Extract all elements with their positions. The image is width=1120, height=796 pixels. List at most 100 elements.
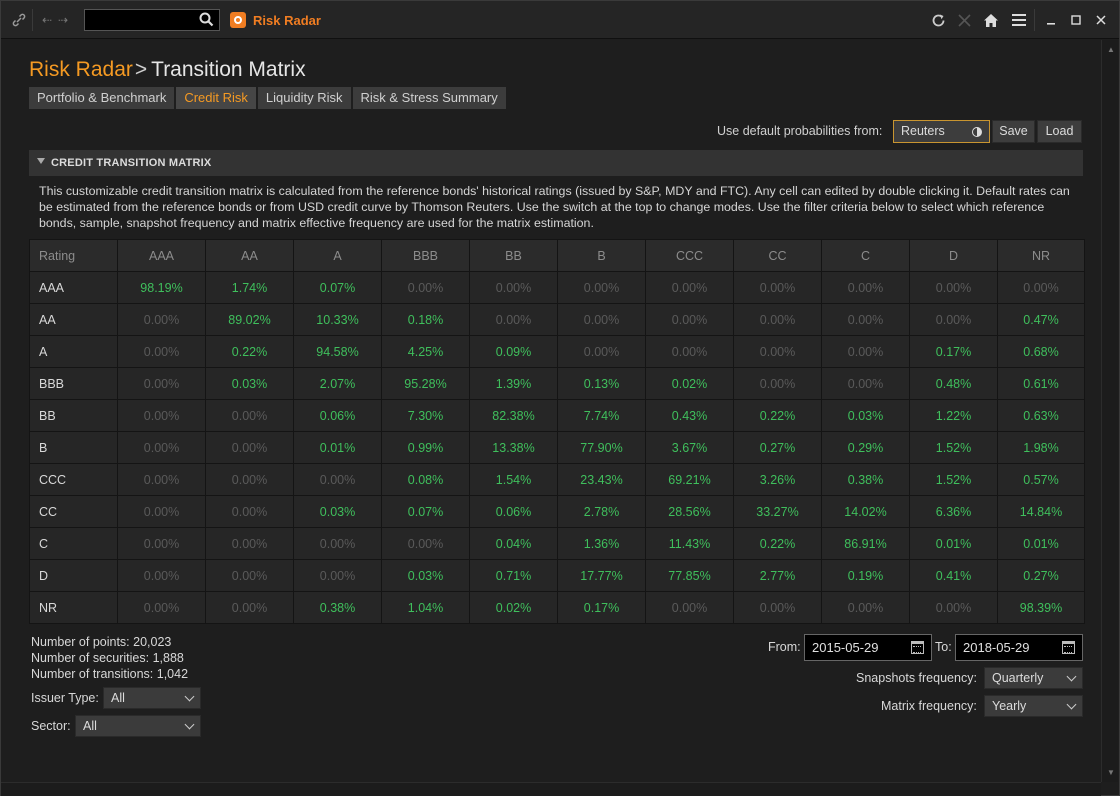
tab-liquidity-risk[interactable]: Liquidity Risk xyxy=(257,87,351,109)
matrix-cell[interactable]: 4.25% xyxy=(381,335,470,368)
matrix-cell[interactable]: 0.00% xyxy=(557,271,646,304)
matrix-cell[interactable]: 0.00% xyxy=(205,591,294,624)
tab-risk-stress-summary[interactable]: Risk & Stress Summary xyxy=(352,87,506,109)
matrix-cell[interactable]: 0.00% xyxy=(469,271,558,304)
from-date-input[interactable]: 2015-05-29 xyxy=(804,634,932,661)
matrix-cell[interactable]: 1.54% xyxy=(469,463,558,496)
matrix-cell[interactable]: 0.41% xyxy=(909,559,998,592)
matrix-cell[interactable]: 0.00% xyxy=(733,367,822,400)
matrix-cell[interactable]: 10.33% xyxy=(293,303,382,336)
matrix-cell[interactable]: 77.90% xyxy=(557,431,646,464)
refresh-icon[interactable] xyxy=(928,10,948,30)
matrix-cell[interactable]: 28.56% xyxy=(645,495,734,528)
matrix-cell[interactable]: 0.71% xyxy=(469,559,558,592)
matrix-cell[interactable]: 0.19% xyxy=(821,559,910,592)
matrix-cell[interactable]: 1.52% xyxy=(909,463,998,496)
matrix-cell[interactable]: 77.85% xyxy=(645,559,734,592)
matrix-cell[interactable]: 2.77% xyxy=(733,559,822,592)
scroll-up-arrow-icon[interactable]: ▲ xyxy=(1107,45,1115,54)
matrix-cell[interactable]: 11.43% xyxy=(645,527,734,560)
matrix-cell[interactable]: 0.00% xyxy=(557,335,646,368)
calendar-icon[interactable] xyxy=(1062,641,1075,654)
matrix-cell[interactable]: 0.00% xyxy=(381,271,470,304)
calendar-icon[interactable] xyxy=(911,641,924,654)
matrix-cell[interactable]: 0.00% xyxy=(205,399,294,432)
home-icon[interactable] xyxy=(981,10,1001,30)
matrix-cell[interactable]: 0.22% xyxy=(733,399,822,432)
matrix-cell[interactable]: 0.22% xyxy=(733,527,822,560)
matrix-cell[interactable]: 0.03% xyxy=(821,399,910,432)
matrix-cell[interactable]: 2.78% xyxy=(557,495,646,528)
search-input[interactable] xyxy=(84,9,220,31)
matrix-cell[interactable]: 0.38% xyxy=(293,591,382,624)
matrix-cell[interactable]: 7.30% xyxy=(381,399,470,432)
matrix-cell[interactable]: 86.91% xyxy=(821,527,910,560)
matrix-cell[interactable]: 0.27% xyxy=(733,431,822,464)
matrix-cell[interactable]: 0.00% xyxy=(205,527,294,560)
matrix-cell[interactable]: 0.00% xyxy=(117,431,206,464)
matrix-cell[interactable]: 0.06% xyxy=(293,399,382,432)
matrix-cell[interactable]: 0.00% xyxy=(205,495,294,528)
matrix-cell[interactable]: 0.00% xyxy=(733,335,822,368)
maximize-icon[interactable] xyxy=(1066,10,1086,30)
matrix-cell[interactable]: 0.01% xyxy=(293,431,382,464)
matrix-cell[interactable]: 0.00% xyxy=(645,591,734,624)
matrix-cell[interactable]: 0.02% xyxy=(645,367,734,400)
matrix-cell[interactable]: 98.19% xyxy=(117,271,206,304)
matrix-cell[interactable]: 0.29% xyxy=(821,431,910,464)
matrix-cell[interactable]: 0.00% xyxy=(821,303,910,336)
matrix-cell[interactable]: 0.08% xyxy=(381,463,470,496)
tab-portfolio-benchmark[interactable]: Portfolio & Benchmark xyxy=(29,87,175,109)
to-date-input[interactable]: 2018-05-29 xyxy=(955,634,1083,661)
matrix-cell[interactable]: 0.00% xyxy=(557,303,646,336)
breadcrumb-app[interactable]: Risk Radar xyxy=(29,58,133,81)
matrix-cell[interactable]: 98.39% xyxy=(997,591,1085,624)
matrix-cell[interactable]: 1.22% xyxy=(909,399,998,432)
matrix-cell[interactable]: 14.84% xyxy=(997,495,1085,528)
matrix-cell[interactable]: 95.28% xyxy=(381,367,470,400)
matrix-cell[interactable]: 0.00% xyxy=(469,303,558,336)
matrix-cell[interactable]: 0.07% xyxy=(293,271,382,304)
matrix-cell[interactable]: 14.02% xyxy=(821,495,910,528)
matrix-cell[interactable]: 0.22% xyxy=(205,335,294,368)
matrix-cell[interactable]: 0.00% xyxy=(117,335,206,368)
matrix-cell[interactable]: 0.47% xyxy=(997,303,1085,336)
matrix-cell[interactable]: 0.00% xyxy=(645,335,734,368)
link-icon[interactable] xyxy=(9,10,29,30)
matrix-cell[interactable]: 0.27% xyxy=(997,559,1085,592)
matrix-cell[interactable]: 0.13% xyxy=(557,367,646,400)
matrix-cell[interactable]: 0.06% xyxy=(469,495,558,528)
matrix-cell[interactable]: 0.03% xyxy=(293,495,382,528)
matrix-cell[interactable]: 0.18% xyxy=(381,303,470,336)
matrix-cell[interactable]: 0.00% xyxy=(821,367,910,400)
matrix-cell[interactable]: 0.00% xyxy=(645,271,734,304)
close-x-icon[interactable] xyxy=(954,10,974,30)
matrix-cell[interactable]: 0.00% xyxy=(381,527,470,560)
snapshots-frequency-dropdown[interactable]: Quarterly xyxy=(984,667,1083,689)
matrix-cell[interactable]: 1.74% xyxy=(205,271,294,304)
matrix-cell[interactable]: 0.00% xyxy=(645,303,734,336)
matrix-cell[interactable]: 0.00% xyxy=(117,559,206,592)
menu-icon[interactable] xyxy=(1009,10,1029,30)
matrix-cell[interactable]: 0.00% xyxy=(117,495,206,528)
matrix-cell[interactable]: 0.00% xyxy=(733,591,822,624)
search-icon[interactable] xyxy=(199,12,214,30)
matrix-cell[interactable]: 82.38% xyxy=(469,399,558,432)
credit-transition-matrix-header[interactable]: CREDIT TRANSITION MATRIX xyxy=(29,150,1083,176)
matrix-cell[interactable]: 1.98% xyxy=(997,431,1085,464)
matrix-cell[interactable]: 0.00% xyxy=(733,303,822,336)
matrix-cell[interactable]: 0.03% xyxy=(205,367,294,400)
probability-source-toggle[interactable]: Reuters xyxy=(893,120,990,143)
matrix-cell[interactable]: 0.17% xyxy=(909,335,998,368)
matrix-cell[interactable]: 33.27% xyxy=(733,495,822,528)
matrix-cell[interactable]: 0.00% xyxy=(909,271,998,304)
save-button[interactable]: Save xyxy=(992,120,1035,143)
scroll-down-arrow-icon[interactable]: ▼ xyxy=(1107,768,1115,777)
matrix-cell[interactable]: 0.00% xyxy=(293,527,382,560)
matrix-cell[interactable]: 0.01% xyxy=(997,527,1085,560)
matrix-cell[interactable]: 0.38% xyxy=(821,463,910,496)
matrix-cell[interactable]: 1.36% xyxy=(557,527,646,560)
matrix-cell[interactable]: 0.01% xyxy=(909,527,998,560)
window-close-icon[interactable] xyxy=(1091,10,1111,30)
matrix-cell[interactable]: 0.00% xyxy=(117,399,206,432)
